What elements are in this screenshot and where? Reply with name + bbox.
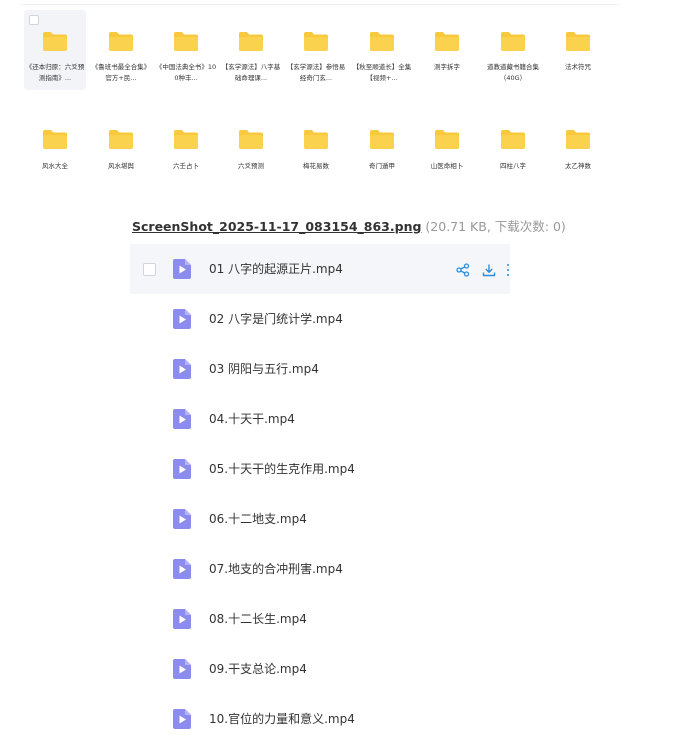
folder-item[interactable]: 《中国法典全书》100种丰... bbox=[155, 10, 217, 90]
folder-icon bbox=[173, 30, 199, 52]
folder-item[interactable]: 道教道藏书籍合集（40G） bbox=[482, 10, 544, 90]
file-row[interactable]: 06.十二地支.mp4 bbox=[130, 494, 510, 544]
file-name[interactable]: 10.官位的力量和意义.mp4 bbox=[209, 711, 355, 727]
folder-item[interactable]: 六壬占卜 bbox=[155, 108, 217, 188]
video-file-icon bbox=[172, 608, 192, 630]
folder-item[interactable]: 山医命相卜 bbox=[416, 108, 478, 188]
folder-name: 【玄学源法】参悟易经奇门玄... bbox=[286, 63, 346, 82]
file-name[interactable]: 09.干支总论.mp4 bbox=[209, 661, 307, 677]
video-file-icon bbox=[172, 508, 192, 530]
file-row[interactable]: 02 八字是门统计学.mp4 bbox=[130, 294, 510, 344]
folder-item[interactable]: 六爻预测 bbox=[220, 108, 282, 188]
video-file-icon bbox=[172, 558, 192, 580]
folder-name: 梅花易数 bbox=[303, 162, 329, 170]
folder-icon bbox=[108, 128, 134, 150]
folder-icon bbox=[173, 128, 199, 150]
folder-item[interactable]: 四柱八字 bbox=[482, 108, 544, 188]
more-icon[interactable] bbox=[506, 262, 510, 276]
file-name[interactable]: 07.地支的合冲刑害.mp4 bbox=[209, 561, 343, 577]
folder-icon bbox=[434, 30, 460, 52]
folder-icon bbox=[369, 128, 395, 150]
folder-name: 【秋至顺道长】全集【视频+... bbox=[352, 63, 412, 82]
file-row[interactable]: 04.十天干.mp4 bbox=[130, 394, 510, 444]
file-checkbox[interactable] bbox=[143, 263, 156, 276]
folder-row: 《还本归原：六爻预测指南》... 《鲁班书最全合集》官方+民... 《中国法典全书》… bbox=[24, 10, 624, 90]
folder-item[interactable]: 测字拆字 bbox=[416, 10, 478, 90]
folder-name: 六爻预测 bbox=[238, 162, 264, 170]
folder-row: 风水大全 风水堪舆 六壬占卜 六爻预测 梅花易数 奇门遁甲 山医命相卜 四柱八字 太乙神数 bbox=[24, 108, 624, 188]
folder-icon bbox=[565, 30, 591, 52]
file-name[interactable]: 01 八字的起源正片.mp4 bbox=[209, 261, 343, 277]
file-row[interactable]: 05.十天干的生克作用.mp4 bbox=[130, 444, 510, 494]
folder-name: 太乙神数 bbox=[565, 162, 591, 170]
folder-item[interactable]: 《鲁班书最全合集》官方+民... bbox=[90, 10, 152, 90]
folder-name: 奇门遁甲 bbox=[369, 162, 395, 170]
folder-name: 道教道藏书籍合集（40G） bbox=[487, 63, 539, 82]
file-name[interactable]: 02 八字是门统计学.mp4 bbox=[209, 311, 343, 327]
folder-icon bbox=[500, 30, 526, 52]
file-row[interactable]: 09.干支总论.mp4 bbox=[130, 644, 510, 694]
folder-icon bbox=[238, 30, 264, 52]
share-icon[interactable] bbox=[456, 262, 470, 277]
folder-item[interactable]: 风水大全 bbox=[24, 108, 86, 188]
file-row[interactable]: 10.官位的力量和意义.mp4 bbox=[130, 694, 510, 744]
folder-item[interactable]: 【秋至顺道长】全集【视频+... bbox=[351, 10, 413, 90]
folder-checkbox[interactable] bbox=[29, 15, 39, 25]
file-name[interactable]: 05.十天干的生克作用.mp4 bbox=[209, 461, 355, 477]
video-file-icon bbox=[172, 408, 192, 430]
folder-item[interactable]: 《还本归原：六爻预测指南》... bbox=[24, 10, 86, 90]
video-file-icon bbox=[172, 458, 192, 480]
folder-icon bbox=[500, 128, 526, 150]
video-file-icon bbox=[172, 708, 192, 730]
folder-name: 《还本归原：六爻预测指南》... bbox=[25, 63, 85, 82]
folder-icon bbox=[42, 128, 68, 150]
attachment-header: ScreenShot_2025-11-17_083154_863.png (20… bbox=[132, 219, 566, 235]
file-row[interactable]: 08.十二长生.mp4 bbox=[130, 594, 510, 644]
video-file-icon bbox=[172, 258, 192, 280]
file-name[interactable]: 06.十二地支.mp4 bbox=[209, 511, 307, 527]
folder-icon bbox=[303, 128, 329, 150]
folder-item[interactable]: 太乙神数 bbox=[547, 108, 609, 188]
folder-item[interactable]: 法术符咒 bbox=[547, 10, 609, 90]
download-icon[interactable] bbox=[482, 262, 496, 277]
folder-icon bbox=[238, 128, 264, 150]
folder-icon bbox=[42, 30, 68, 52]
file-name[interactable]: 03 阴阳与五行.mp4 bbox=[209, 361, 319, 377]
file-row[interactable]: 03 阴阳与五行.mp4 bbox=[130, 344, 510, 394]
file-row[interactable]: 01 八字的起源正片.mp4 bbox=[130, 244, 510, 294]
attachment-meta: (20.71 KB, 下载次数: 0) bbox=[421, 219, 566, 234]
folder-name: 法术符咒 bbox=[565, 63, 591, 71]
folder-name: 风水大全 bbox=[42, 162, 68, 170]
folder-item[interactable]: 风水堪舆 bbox=[90, 108, 152, 188]
folder-name: 《中国法典全书》100种丰... bbox=[155, 63, 217, 82]
folder-name: 四柱八字 bbox=[500, 162, 526, 170]
folder-icon bbox=[369, 30, 395, 52]
folder-icon bbox=[434, 128, 460, 150]
folder-item[interactable]: 【玄学源法】参悟易经奇门玄... bbox=[285, 10, 347, 90]
file-row[interactable]: 07.地支的合冲刑害.mp4 bbox=[130, 544, 510, 594]
folder-name: 六壬占卜 bbox=[173, 162, 199, 170]
video-file-icon bbox=[172, 358, 192, 380]
folder-icon bbox=[108, 30, 134, 52]
folder-icon bbox=[565, 128, 591, 150]
folder-item[interactable]: 【玄学源法】八字基础命理课... bbox=[220, 10, 282, 90]
attachment-link[interactable]: ScreenShot_2025-11-17_083154_863.png bbox=[132, 219, 421, 234]
folder-name: 《鲁班书最全合集》官方+民... bbox=[91, 63, 151, 82]
folder-name: 测字拆字 bbox=[434, 63, 460, 71]
folder-icon bbox=[303, 30, 329, 52]
folder-name: 风水堪舆 bbox=[108, 162, 134, 170]
folder-item[interactable]: 梅花易数 bbox=[285, 108, 347, 188]
file-name[interactable]: 08.十二长生.mp4 bbox=[209, 611, 307, 627]
folder-name: 【玄学源法】八字基础命理课... bbox=[221, 63, 281, 82]
file-name[interactable]: 04.十天干.mp4 bbox=[209, 411, 295, 427]
folder-name: 山医命相卜 bbox=[430, 162, 464, 170]
video-file-icon bbox=[172, 308, 192, 330]
top-divider bbox=[20, 4, 620, 5]
video-file-icon bbox=[172, 658, 192, 680]
folder-item[interactable]: 奇门遁甲 bbox=[351, 108, 413, 188]
